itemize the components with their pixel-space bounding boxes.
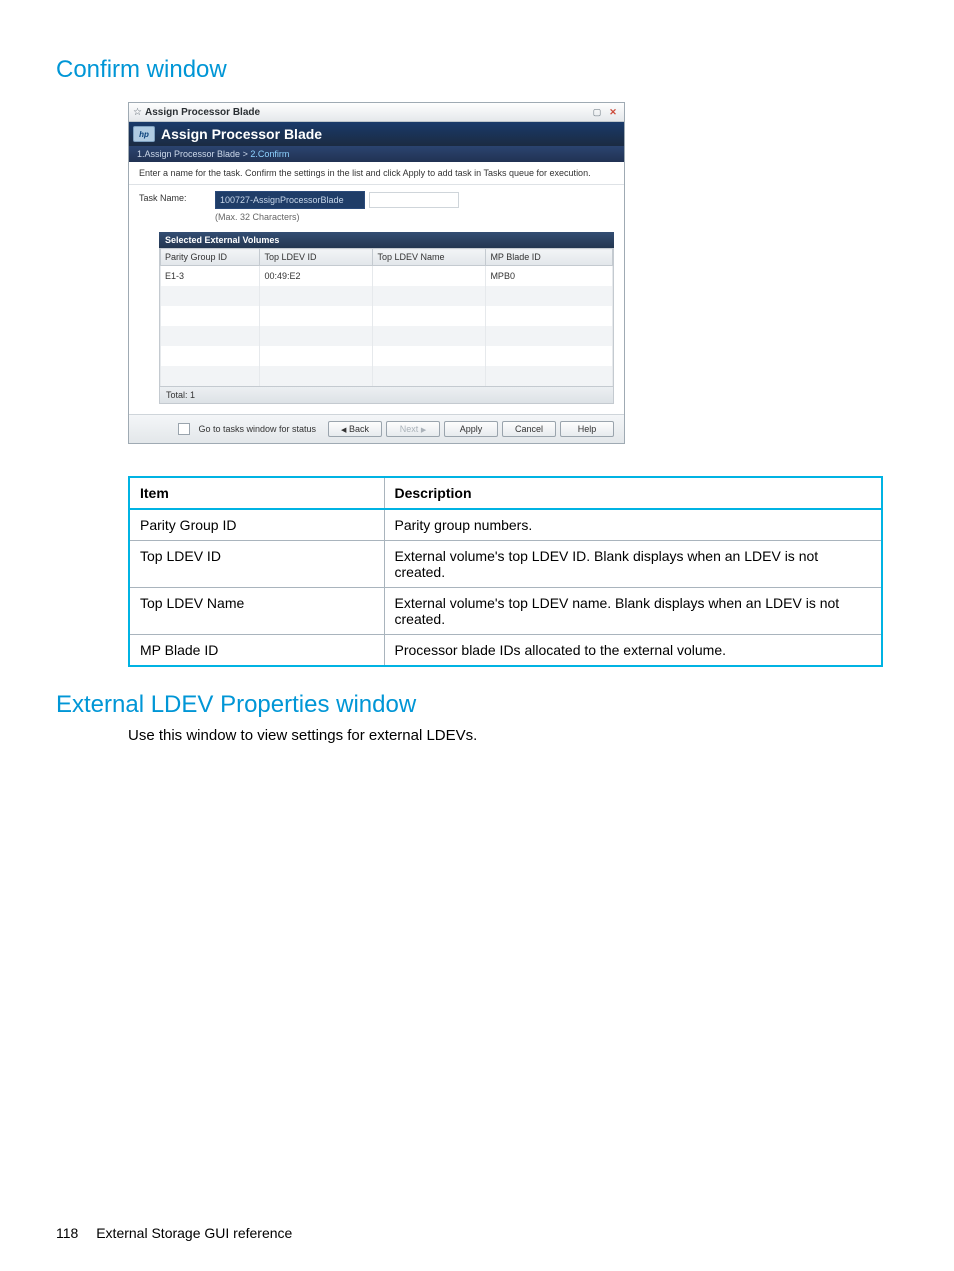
- maximize-icon[interactable]: ▢: [590, 107, 604, 118]
- desc-desc: Parity group numbers.: [384, 509, 882, 541]
- table-row: Top LDEV ID External volume's top LDEV I…: [129, 541, 882, 588]
- dialog-instruction: Enter a name for the task. Confirm the s…: [129, 162, 624, 185]
- back-button[interactable]: ◀ Back: [328, 421, 382, 437]
- task-name-label: Task Name:: [139, 191, 199, 203]
- description-table: Item Description Parity Group ID Parity …: [128, 476, 883, 667]
- col-mp-blade-id[interactable]: MP Blade ID: [486, 249, 613, 266]
- selected-volumes-header: Selected External Volumes: [159, 232, 614, 248]
- next-button: Next ▶: [386, 421, 440, 437]
- footer-section: External Storage GUI reference: [96, 1225, 292, 1241]
- desc-item: MP Blade ID: [129, 635, 384, 667]
- dialog-footer: Go to tasks window for status ◀ Back Nex…: [129, 414, 624, 443]
- desc-desc: External volume's top LDEV name. Blank d…: [384, 588, 882, 635]
- table-row: Top LDEV Name External volume's top LDEV…: [129, 588, 882, 635]
- dialog-header-title: Assign Processor Blade: [161, 126, 322, 142]
- external-ldev-text: Use this window to view settings for ext…: [128, 727, 898, 744]
- go-to-tasks-label: Go to tasks window for status: [198, 424, 316, 434]
- dialog-title: Assign Processor Blade: [145, 107, 590, 118]
- breadcrumb: 1.Assign Processor Blade > 2.Confirm: [129, 146, 624, 162]
- desc-item: Top LDEV Name: [129, 588, 384, 635]
- dialog-titlebar: ☆ Assign Processor Blade ▢ ✕: [129, 103, 624, 122]
- table-row: [161, 346, 613, 366]
- page-footer: 118 External Storage GUI reference: [56, 1225, 292, 1241]
- apply-button[interactable]: Apply: [444, 421, 498, 437]
- task-name-hint: (Max. 32 Characters): [215, 212, 459, 222]
- table-row[interactable]: E1-3 00:49:E2 MPB0: [161, 266, 613, 287]
- desc-item: Parity Group ID: [129, 509, 384, 541]
- heading-confirm: Confirm window: [56, 56, 898, 84]
- help-button[interactable]: Help: [560, 421, 614, 437]
- crumb-separator: >: [243, 149, 248, 159]
- table-row: Parity Group ID Parity group numbers.: [129, 509, 882, 541]
- table-row: [161, 366, 613, 386]
- page-number: 118: [56, 1225, 78, 1241]
- table-row: [161, 286, 613, 306]
- desc-desc: Processor blade IDs allocated to the ext…: [384, 635, 882, 667]
- cell-parity-group-id: E1-3: [161, 266, 260, 287]
- hp-logo-icon: hp: [133, 126, 155, 142]
- selected-volumes-grid: Parity Group ID Top LDEV ID Top LDEV Nam…: [159, 248, 614, 387]
- heading-external-ldev: External LDEV Properties window: [56, 691, 898, 719]
- desc-col-item: Item: [129, 477, 384, 509]
- cancel-button[interactable]: Cancel: [502, 421, 556, 437]
- pin-icon[interactable]: ☆: [133, 107, 145, 118]
- next-arrow-icon: ▶: [421, 427, 426, 434]
- crumb-step-2-active: 2.Confirm: [250, 149, 289, 159]
- cell-mp-blade-id: MPB0: [486, 266, 613, 287]
- dialog-header: hp Assign Processor Blade: [129, 122, 624, 146]
- cell-top-ldev-name: [373, 266, 486, 287]
- crumb-step-1[interactable]: 1.Assign Processor Blade: [137, 149, 240, 159]
- grid-total: Total: 1: [159, 387, 614, 404]
- grid-header-row: Parity Group ID Top LDEV ID Top LDEV Nam…: [161, 249, 613, 266]
- desc-item: Top LDEV ID: [129, 541, 384, 588]
- cell-top-ldev-id: 00:49:E2: [260, 266, 373, 287]
- table-row: [161, 306, 613, 326]
- desc-col-description: Description: [384, 477, 882, 509]
- dialog-assign-processor-blade: ☆ Assign Processor Blade ▢ ✕ hp Assign P…: [128, 102, 625, 444]
- desc-desc: External volume's top LDEV ID. Blank dis…: [384, 541, 882, 588]
- table-row: [161, 326, 613, 346]
- col-top-ldev-name[interactable]: Top LDEV Name: [373, 249, 486, 266]
- col-parity-group-id[interactable]: Parity Group ID: [161, 249, 260, 266]
- table-row: MP Blade ID Processor blade IDs allocate…: [129, 635, 882, 667]
- back-arrow-icon: ◀: [341, 427, 346, 434]
- task-name-input[interactable]: 100727-AssignProcessorBlade: [215, 191, 365, 209]
- go-to-tasks-checkbox[interactable]: [178, 423, 190, 435]
- col-top-ldev-id[interactable]: Top LDEV ID: [260, 249, 373, 266]
- close-icon[interactable]: ✕: [606, 107, 620, 118]
- task-name-extra-input[interactable]: [369, 192, 459, 208]
